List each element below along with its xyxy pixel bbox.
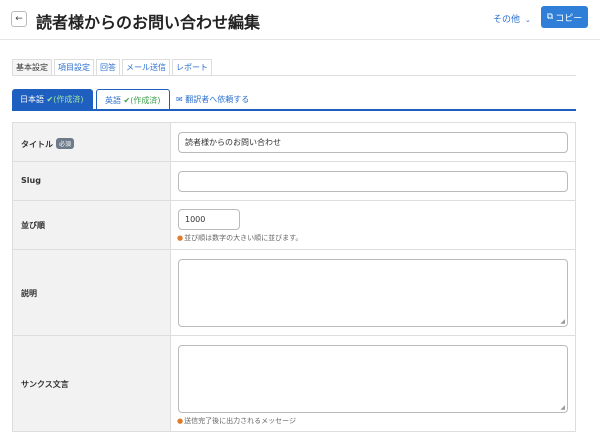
basic-settings-form: タイトル 必須 読者様からのお問い合わせ Slug 並び順 1000 ●並び順は数…	[12, 122, 576, 432]
tabs-divider	[12, 75, 576, 76]
chevron-down-icon: ⌄	[525, 16, 531, 24]
lang-tab-status: (作成済)	[53, 95, 84, 104]
title-label: タイトル 必須	[21, 138, 75, 150]
form-label-cell: 説明	[13, 250, 171, 335]
lang-tab-japanese[interactable]: 日本語 ✔(作成済)	[12, 89, 93, 110]
required-badge: 必須	[56, 138, 75, 149]
resize-handle-icon[interactable]: ◢	[560, 318, 565, 325]
form-row-thanks: サンクス文言 ◢ ●送信完了後に出力されるメッセージ	[13, 336, 575, 432]
request-translator-link[interactable]: ✉ 翻訳者へ依頼する	[176, 89, 249, 110]
lightbulb-icon: ●	[177, 417, 184, 425]
tab-report[interactable]: レポート	[172, 59, 212, 76]
copy-button[interactable]: ⧉ コピー	[541, 6, 588, 28]
thanks-hint: ●送信完了後に出力されるメッセージ	[177, 417, 296, 425]
slug-label: Slug	[21, 176, 41, 185]
order-input[interactable]: 1000	[178, 209, 240, 230]
order-label: 並び順	[21, 221, 45, 230]
tab-basic-settings[interactable]: 基本設定	[12, 59, 52, 76]
tab-answers[interactable]: 回答	[96, 59, 120, 76]
page-title: 読者様からのお問い合わせ編集	[36, 13, 261, 32]
lang-tab-english[interactable]: 英語 ✔(作成済)	[96, 89, 170, 110]
form-label-cell: Slug	[13, 162, 171, 200]
form-label-cell: サンクス文言	[13, 336, 171, 431]
more-menu-label: その他	[493, 15, 521, 25]
language-tabs-underline	[12, 109, 576, 111]
tab-mail[interactable]: メール送信	[122, 59, 170, 76]
more-menu[interactable]: その他 ⌄	[493, 12, 531, 25]
back-button[interactable]: ←	[11, 11, 27, 27]
page-header: ← 読者様からのお問い合わせ編集 その他 ⌄ ⧉ コピー	[0, 0, 600, 40]
envelope-icon: ✉	[176, 95, 183, 104]
copy-button-label: コピー	[555, 13, 583, 24]
main-tabs: 基本設定 項目設定 回答 メール送信 レポート	[12, 59, 214, 76]
form-row-description: 説明 ◢	[13, 250, 575, 336]
lang-tab-label: 日本語	[20, 95, 44, 104]
tab-item-settings[interactable]: 項目設定	[54, 59, 94, 76]
form-label-cell: タイトル 必須	[13, 123, 171, 161]
thanks-label: サンクス文言	[21, 380, 69, 389]
copy-icon: ⧉	[546, 12, 554, 22]
resize-handle-icon[interactable]: ◢	[560, 404, 565, 411]
slug-input[interactable]	[178, 171, 568, 192]
description-textarea[interactable]: ◢	[178, 259, 568, 327]
thanks-textarea[interactable]: ◢	[178, 345, 568, 413]
request-translator-label: 翻訳者へ依頼する	[185, 95, 250, 104]
lightbulb-icon: ●	[177, 234, 184, 242]
lang-tab-label: 英語	[105, 96, 121, 105]
form-row-slug: Slug	[13, 162, 575, 201]
title-input[interactable]: 読者様からのお問い合わせ	[178, 132, 568, 153]
order-hint: ●並び順は数字の大きい順に並びます。	[177, 234, 303, 242]
form-row-title: タイトル 必須 読者様からのお問い合わせ	[13, 123, 575, 162]
form-row-order: 並び順 1000 ●並び順は数字の大きい順に並びます。	[13, 201, 575, 250]
description-label: 説明	[21, 289, 37, 298]
arrow-left-icon: ←	[15, 14, 23, 24]
form-label-cell: 並び順	[13, 201, 171, 249]
lang-tab-status: (作成済)	[130, 96, 161, 105]
